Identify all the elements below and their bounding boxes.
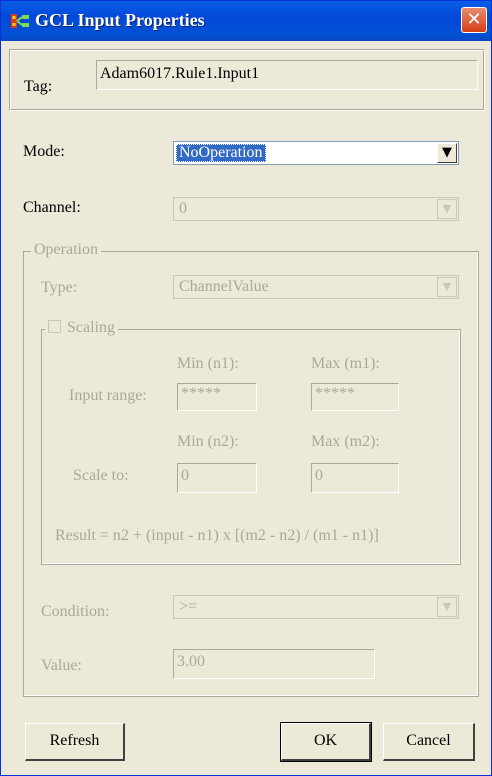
type-selected-value: ChannelValue xyxy=(179,278,269,295)
channel-select[interactable]: 0 ▼ xyxy=(173,197,459,221)
type-label: Type: xyxy=(41,279,78,296)
mode-selected-value: NoOperation xyxy=(176,144,266,162)
mode-select[interactable]: NoOperation ▼ xyxy=(173,141,459,165)
tag-label: Tag: xyxy=(24,78,53,95)
window-title: GCL Input Properties xyxy=(35,10,205,30)
scaling-checkbox[interactable] xyxy=(48,320,61,333)
max-m2-input[interactable]: 0 xyxy=(311,463,399,493)
max-m1-label: Max (m1): xyxy=(311,355,380,372)
value-input[interactable]: 3.00 xyxy=(173,649,375,679)
chevron-down-icon[interactable]: ▼ xyxy=(437,143,457,163)
condition-select[interactable]: >= ▼ xyxy=(173,595,459,619)
operation-legend: Operation xyxy=(31,241,101,259)
input-range-label: Input range: xyxy=(69,387,147,404)
scale-to-label: Scale to: xyxy=(73,467,129,484)
min-n2-label: Min (n2): xyxy=(177,433,239,450)
close-button[interactable]: ✕ xyxy=(461,7,487,33)
tag-panel: Tag: Adam6017.Rule1.Input1 xyxy=(9,49,485,111)
type-select[interactable]: ChannelValue ▼ xyxy=(173,275,459,299)
chevron-down-icon[interactable]: ▼ xyxy=(437,199,457,219)
channel-selected-value: 0 xyxy=(179,200,187,217)
condition-label: Condition: xyxy=(41,603,110,620)
chevron-down-icon[interactable]: ▼ xyxy=(437,277,457,297)
cancel-button[interactable]: Cancel xyxy=(383,723,475,761)
scaling-label: Scaling xyxy=(67,319,115,336)
refresh-button[interactable]: Refresh xyxy=(25,723,125,761)
max-m1-input[interactable]: ***** xyxy=(311,383,399,411)
dialog-window: GCL Input Properties ✕ Tag: Adam6017.Rul… xyxy=(0,0,492,776)
channel-label: Channel: xyxy=(23,199,81,216)
value-label: Value: xyxy=(41,657,82,674)
app-icon xyxy=(11,14,29,28)
min-n1-label: Min (n1): xyxy=(177,355,239,372)
title-bar[interactable]: GCL Input Properties ✕ xyxy=(1,1,491,41)
scaling-formula: Result = n2 + (input - n1) x [(m2 - n2) … xyxy=(55,527,379,544)
scaling-legend[interactable]: Scaling xyxy=(45,319,118,337)
min-n2-input[interactable]: 0 xyxy=(177,463,257,493)
ok-button[interactable]: OK xyxy=(280,722,372,762)
min-n1-input[interactable]: ***** xyxy=(177,383,257,411)
mode-label: Mode: xyxy=(23,143,65,160)
tag-field: Adam6017.Rule1.Input1 xyxy=(96,60,478,90)
condition-selected-value: >= xyxy=(179,598,198,615)
chevron-down-icon[interactable]: ▼ xyxy=(437,597,457,617)
max-m2-label: Max (m2): xyxy=(311,433,380,450)
